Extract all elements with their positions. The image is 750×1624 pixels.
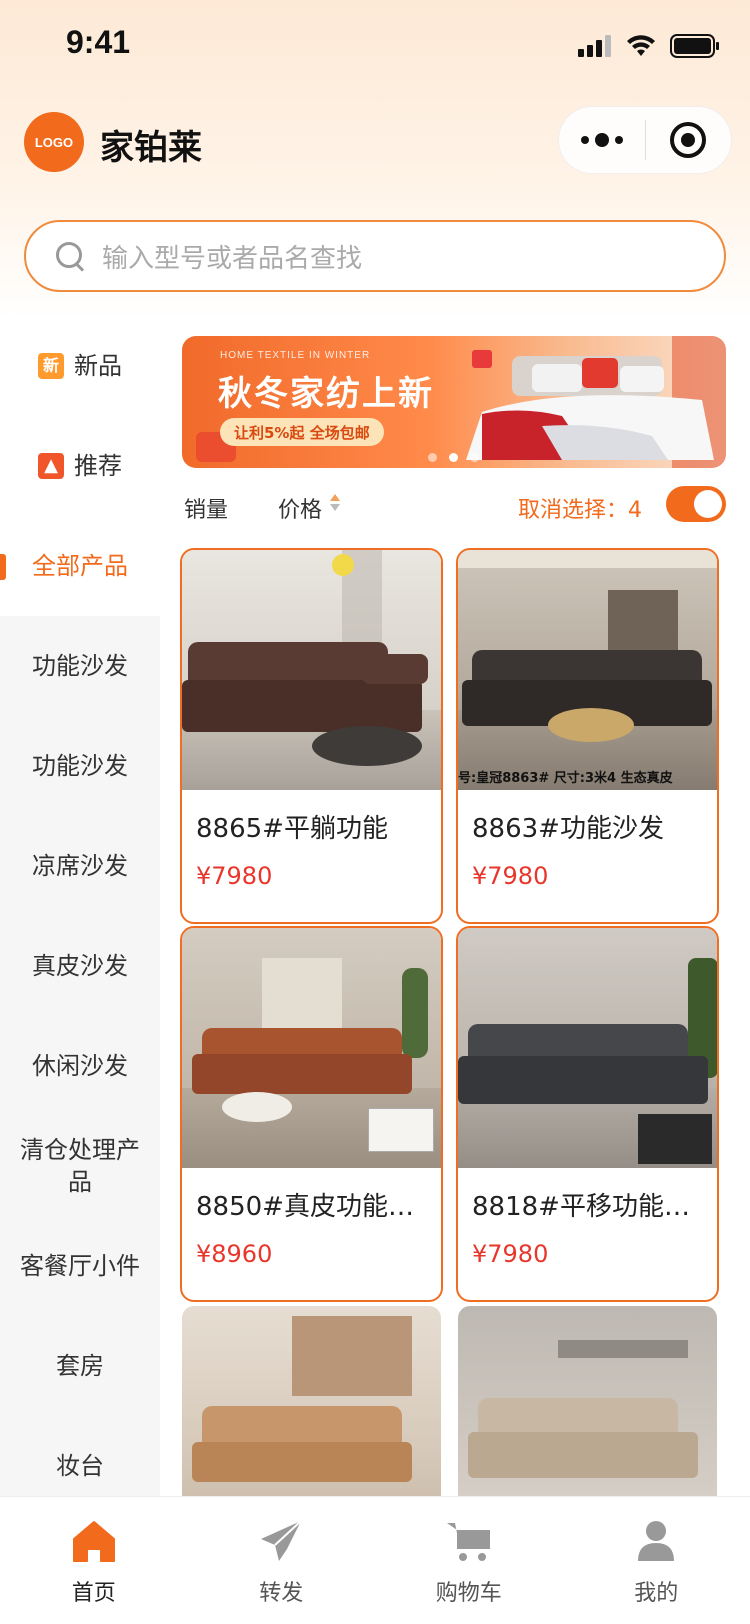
product-image-caption: 号:皇冠8863# 尺寸:3米4 生态真皮 <box>458 771 673 786</box>
bottom-tab-bar: 首页 转发 购物车 我的 <box>0 1496 750 1624</box>
sidebar-item-label: 妆台 <box>56 1452 104 1480</box>
banner-subtitle: HOME TEXTILE IN WINTER <box>220 350 371 361</box>
sidebar-item-dresser[interactable]: 妆台 <box>0 1416 160 1496</box>
close-miniprogram-icon[interactable] <box>646 107 732 173</box>
product-price: ¥7980 <box>472 1240 549 1268</box>
tab-share[interactable]: 转发 <box>188 1497 376 1624</box>
search-icon <box>54 240 86 272</box>
sidebar-item-label: 套房 <box>56 1352 104 1380</box>
status-time: 9:41 <box>66 24 131 60</box>
banner-dot[interactable] <box>428 453 437 462</box>
sidebar-item-label: 真皮沙发 <box>32 952 128 980</box>
main-panel: 新 新品 ▲ 推荐 全部产品 功能沙发 功能沙发 凉席沙发 真皮沙发 休闲沙发 … <box>0 316 750 1496</box>
banner-indicator <box>428 453 479 462</box>
tab-label: 转发 <box>259 1581 304 1606</box>
product-card[interactable]: 8850#真皮功能沙发 ¥8960 <box>180 926 443 1302</box>
product-image <box>182 928 441 1168</box>
selection-toggle[interactable] <box>666 486 726 522</box>
product-image <box>458 1306 717 1496</box>
sort-by-sales[interactable]: 销量 <box>184 492 228 524</box>
sidebar-item-label: 推荐 <box>74 452 122 480</box>
product-card[interactable]: 8818#平移功能沙发 ¥7980 <box>456 926 719 1302</box>
product-price: ¥7980 <box>196 862 273 890</box>
user-icon <box>638 1521 675 1561</box>
brand-name: 家铂莱 <box>100 128 202 168</box>
banner-dot[interactable] <box>470 453 479 462</box>
sidebar-item-function-sofa-2[interactable]: 功能沙发 <box>0 716 160 816</box>
search-bar[interactable]: 输入型号或者品名查找 <box>24 220 726 292</box>
search-input[interactable]: 输入型号或者品名查找 <box>102 238 362 275</box>
sidebar-item-label: 新品 <box>74 352 122 380</box>
sidebar-item-new[interactable]: 新 新品 <box>0 316 160 416</box>
product-price: ¥7980 <box>472 862 549 890</box>
sidebar-item-small-pieces[interactable]: 客餐厅小件 <box>0 1216 160 1316</box>
product-image: 号:皇冠8863# 尺寸:3米4 生态真皮 <box>458 550 717 790</box>
more-icon[interactable] <box>559 107 645 173</box>
banner-promo-pill: 让利5%起 全场包邮 <box>220 418 384 446</box>
status-bar: 9:41 <box>0 0 750 90</box>
sidebar-item-mat-sofa[interactable]: 凉席沙发 <box>0 816 160 916</box>
tab-profile[interactable]: 我的 <box>563 1497 750 1624</box>
cart-icon <box>446 1523 490 1561</box>
header: LOGO 家铂莱 <box>0 100 750 190</box>
sidebar-item-clearance[interactable]: 清仓处理产品 <box>0 1116 160 1216</box>
sidebar-item-recommend[interactable]: ▲ 推荐 <box>0 416 160 516</box>
wifi-icon <box>627 35 655 56</box>
sidebar-item-function-sofa[interactable]: 功能沙发 <box>0 616 160 716</box>
home-icon <box>72 1521 115 1562</box>
product-card[interactable]: 号:皇冠8863# 尺寸:3米4 生态真皮 8863#功能沙发 ¥7980 <box>456 548 719 924</box>
tab-label: 购物车 <box>435 1581 502 1606</box>
tab-home[interactable]: 首页 <box>0 1497 188 1624</box>
sidebar-item-label: 全部产品 <box>32 552 128 580</box>
sidebar-item-label: 凉席沙发 <box>32 852 128 880</box>
sort-bar: 销量 价格 取消选择：4 <box>182 484 726 528</box>
battery-icon <box>670 34 719 58</box>
sidebar-item-leather-sofa[interactable]: 真皮沙发 <box>0 916 160 1016</box>
fire-icon: ▲ <box>38 453 64 479</box>
sidebar-item-label: 客餐厅小件 <box>20 1252 140 1280</box>
sidebar-item-leisure-sofa[interactable]: 休闲沙发 <box>0 1016 160 1116</box>
product-card[interactable] <box>180 1304 443 1496</box>
sidebar-item-label: 休闲沙发 <box>32 1052 128 1080</box>
banner-title: 秋冬家纺上新 <box>218 374 434 414</box>
toggle-knob <box>694 490 722 518</box>
product-image <box>182 1306 441 1496</box>
category-sidebar: 新 新品 ▲ 推荐 全部产品 功能沙发 功能沙发 凉席沙发 真皮沙发 休闲沙发 … <box>0 316 160 1496</box>
tab-label: 我的 <box>634 1581 679 1606</box>
product-price: ¥8960 <box>196 1240 273 1268</box>
miniprogram-capsule <box>558 106 732 174</box>
product-name: 8865#平躺功能 <box>196 814 388 844</box>
sidebar-item-all-products[interactable]: 全部产品 <box>0 516 160 616</box>
sidebar-item-label: 清仓处理产品 <box>20 1136 140 1196</box>
tab-cart[interactable]: 购物车 <box>375 1497 563 1624</box>
product-image <box>458 928 717 1168</box>
product-card[interactable] <box>456 1304 719 1496</box>
send-icon <box>261 1520 302 1561</box>
sidebar-item-suite[interactable]: 套房 <box>0 1316 160 1416</box>
tab-label: 首页 <box>71 1581 116 1606</box>
product-image <box>182 550 441 790</box>
logo: LOGO <box>24 112 84 172</box>
cancel-selection-button[interactable]: 取消选择：4 <box>518 492 642 524</box>
sort-arrows-icon[interactable] <box>330 494 340 514</box>
sort-by-price[interactable]: 价格 <box>278 492 322 524</box>
sidebar-item-label: 功能沙发 <box>32 652 128 680</box>
sidebar-item-label: 功能沙发 <box>32 752 128 780</box>
banner-dot-active[interactable] <box>449 453 458 462</box>
status-icons <box>578 34 720 58</box>
product-name: 8863#功能沙发 <box>472 814 664 844</box>
product-name: 8850#真皮功能沙发 <box>196 1192 431 1222</box>
promo-banner[interactable]: HOME TEXTILE IN WINTER 秋冬家纺上新 让利5%起 全场包邮 <box>182 336 726 468</box>
product-card[interactable]: 8865#平躺功能 ¥7980 <box>180 548 443 924</box>
new-badge-icon: 新 <box>38 353 64 379</box>
product-name: 8818#平移功能沙发 <box>472 1192 707 1222</box>
signal-icon <box>578 35 611 57</box>
